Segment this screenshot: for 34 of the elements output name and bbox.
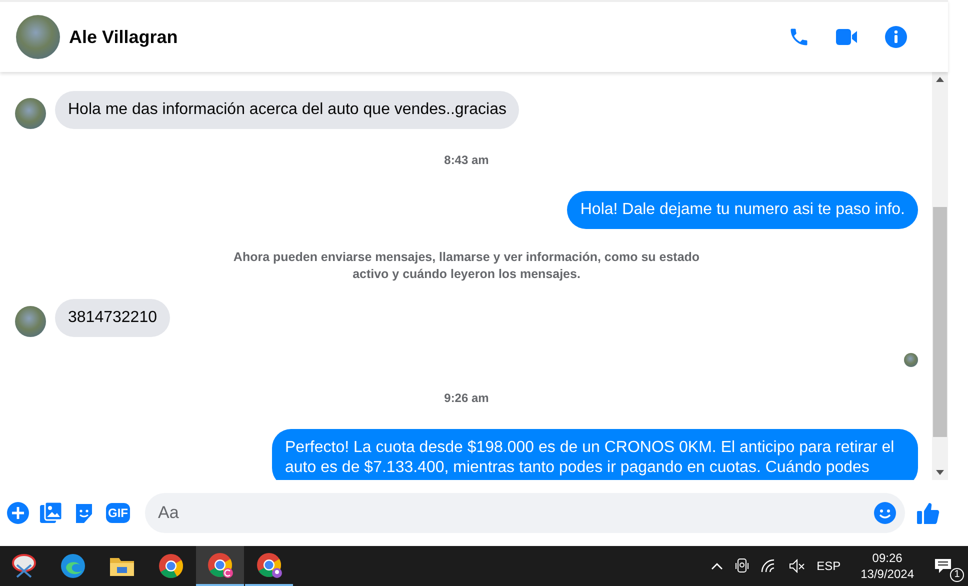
caret-up-icon[interactable] — [710, 562, 723, 570]
notification-icon[interactable] — [934, 558, 952, 574]
language-indicator[interactable]: ESP — [816, 559, 841, 573]
sender-avatar[interactable] — [15, 98, 46, 129]
contact-name[interactable]: Ale Villagran — [69, 26, 788, 48]
message-input-field[interactable]: Aa — [145, 493, 905, 533]
chrome-profile-icon[interactable] — [196, 546, 244, 586]
scroll-up-arrow-icon[interactable] — [936, 77, 944, 82]
clock[interactable]: 09:26 13/9/2024 — [860, 550, 914, 582]
wifi-icon[interactable] — [760, 559, 777, 573]
gif-button[interactable]: GIF — [106, 503, 130, 523]
read-receipt-avatar — [904, 353, 918, 367]
image-icon[interactable] — [40, 502, 62, 524]
scroll-down-arrow-icon[interactable] — [936, 470, 944, 475]
system-notice: Ahora pueden enviarse mensajes, llamarse y ver información, como su estado activo y cuándo leyeron los mensajes. — [232, 249, 701, 283]
contact-avatar[interactable] — [16, 15, 60, 59]
timestamp: 9:26 am — [444, 391, 489, 405]
incoming-message: 3814732210 — [55, 299, 170, 337]
sender-avatar[interactable] — [15, 306, 46, 337]
outgoing-message: Perfecto! La cuota desde $198.000 es de un CRONOS 0KM. El anticipo para retirar el auto es de $7.133.400, mientras tanto podes ir pagando en cuotas. Cuándo podes — [272, 429, 918, 480]
sticker-icon[interactable] — [73, 502, 95, 524]
thumbs-up-icon[interactable] — [916, 501, 940, 525]
camera-icon[interactable] — [734, 558, 749, 574]
info-icon[interactable] — [884, 25, 908, 49]
emoji-icon[interactable] — [874, 502, 896, 524]
timestamp: 8:43 am — [444, 153, 489, 167]
phone-call-icon[interactable] — [788, 26, 810, 48]
incoming-message: Hola me das información acerca del auto que vendes..gracias — [55, 91, 520, 129]
plus-icon[interactable] — [7, 502, 29, 524]
speaker-muted-icon[interactable] — [788, 559, 805, 573]
notification-count: 1 — [950, 568, 964, 582]
video-camera-icon[interactable] — [836, 27, 858, 47]
outgoing-message: Hola! Dale dejame tu numero asi te paso info. — [567, 191, 918, 229]
scrollbar[interactable] — [932, 72, 948, 480]
